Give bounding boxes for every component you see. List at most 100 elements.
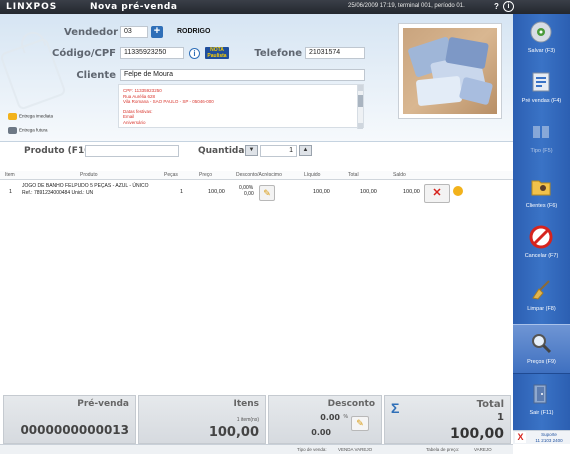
items-table-header: Item Produto Peças Preço Desconto/Acrésc… xyxy=(0,171,513,180)
linx-logo-icon: X xyxy=(515,432,526,443)
tipo-venda-value: VENDA VAREJO xyxy=(338,447,373,452)
type-icon xyxy=(533,126,549,138)
row-saldo: 100,00 xyxy=(403,189,420,195)
aniversario-line: Aniversário xyxy=(123,119,146,125)
hand-icon[interactable] xyxy=(453,186,463,196)
col-liquido: Líquido xyxy=(304,172,321,178)
discount-edit-button[interactable]: ✎ xyxy=(351,416,369,431)
sidebar-item-salvar[interactable]: Salvar (F3) xyxy=(513,14,570,64)
quantidade-input[interactable]: 1 xyxy=(260,145,297,157)
total-title: Total xyxy=(476,399,504,410)
title-bar: LINXPOS Nova pré-venda 25/06/2009 17:19,… xyxy=(0,0,570,14)
presales-icon xyxy=(532,72,550,92)
sidebar-item-clientes[interactable]: Clientes (F6) xyxy=(513,169,570,219)
sidebar-item-precos[interactable]: Preços (F9) xyxy=(513,324,570,374)
sidebar-item-limpar[interactable]: Limpar (F8) xyxy=(513,272,570,322)
cpf-input[interactable]: 11335923250 xyxy=(120,47,184,59)
towel-set-image xyxy=(403,28,497,114)
quantity-decrease-button[interactable]: ▼ xyxy=(245,145,258,156)
app-logo: LINXPOS xyxy=(6,2,58,12)
clients-icon xyxy=(531,180,551,196)
row-preco: 100,00 xyxy=(208,189,225,195)
product-photo xyxy=(398,23,502,119)
itens-count: 1 item(ns) xyxy=(236,417,259,423)
total-count: 1 xyxy=(497,412,504,423)
support-footer: X Suporte 11 2103 2400 xyxy=(513,430,570,444)
help-icon[interactable]: ? xyxy=(491,1,502,12)
telefone-label: Telefone xyxy=(254,48,302,59)
col-preco: Preço xyxy=(199,172,213,178)
col-desconto: Desconto/Acréscimo xyxy=(236,172,282,178)
produto-label: Produto (F10) xyxy=(24,146,95,156)
add-vendedor-button[interactable]: + xyxy=(151,26,163,38)
address-scrollbar[interactable] xyxy=(357,85,363,129)
vendedor-label: Vendedor xyxy=(64,27,118,38)
sidebar-item-label: Salvar (F3) xyxy=(527,48,556,54)
magnifier-icon xyxy=(532,334,552,354)
sidebar-item-label: Sair (F11) xyxy=(529,410,554,416)
quantity-increase-button[interactable]: ▲ xyxy=(299,145,312,156)
vendedor-code-input[interactable]: 03 xyxy=(120,26,148,38)
row-item: 1 xyxy=(9,189,13,195)
entrega-imediata-label: Entrega imediata xyxy=(19,113,54,119)
produto-input[interactable] xyxy=(85,145,179,157)
prevenda-box: Pré-venda 0000000000013 xyxy=(3,395,136,444)
entrega-futura-label: Entrega futura xyxy=(19,127,48,133)
sidebar-item-prevendas[interactable]: Pré vendas (F4) xyxy=(513,64,570,114)
action-sidebar: Salvar (F3) Pré vendas (F4) Tipo (F5) Cl… xyxy=(513,14,570,430)
col-produto: Produto xyxy=(80,172,98,178)
cliente-input[interactable]: Felpe de Moura xyxy=(120,69,365,81)
support-info: Suporte 11 2103 2400 xyxy=(529,432,569,444)
cliente-label: Cliente xyxy=(76,70,116,81)
sidebar-item-sair[interactable]: Sair (F11) xyxy=(513,376,570,426)
customer-address-box: CPF: 11335923250 Rua Aurélia 628 Vila Ro… xyxy=(118,84,364,129)
support-phone: 11 2103 2400 xyxy=(535,438,563,443)
row-total: 100,00 xyxy=(360,189,377,195)
sidebar-item-tipo[interactable]: Tipo (F5) xyxy=(513,114,570,164)
entrega-futura-option[interactable]: Entrega futura xyxy=(8,127,48,134)
desconto-box: Desconto 0.00 % 0.00 ✎ xyxy=(268,395,382,444)
tabela-preco-label: Tabela de preço: xyxy=(426,447,460,452)
sidebar-item-label: Pré vendas (F4) xyxy=(521,98,562,104)
package-icon xyxy=(8,113,17,120)
totals-bar: Pré-venda 0000000000013 Itens 1 item(ns)… xyxy=(0,395,513,444)
sidebar-item-label: Tipo (F5) xyxy=(530,148,553,154)
itens-value: 100,00 xyxy=(208,425,259,440)
window-title: Nova pré-venda xyxy=(90,2,178,12)
col-saldo: Saldo xyxy=(393,172,406,178)
save-icon xyxy=(530,21,552,43)
cpf-label: Código/CPF xyxy=(52,48,116,59)
nota-fiscal-paulista-logo: NOTA Paulista xyxy=(205,47,229,59)
row-desconto-val: 0,00 xyxy=(244,191,254,197)
itens-box: Itens 1 item(ns) 100,00 xyxy=(138,395,266,444)
prevenda-number: 0000000000013 xyxy=(20,423,129,437)
sidebar-item-label: Limpar (F8) xyxy=(527,306,556,312)
support-label: Suporte xyxy=(541,432,557,437)
sigma-icon: Σ xyxy=(391,400,400,416)
sidebar-item-label: Cancelar (F7) xyxy=(524,253,559,259)
row-liquido: 100,00 xyxy=(313,189,330,195)
discount-button[interactable]: ✎ xyxy=(259,185,275,201)
col-item: Item xyxy=(5,172,15,178)
exit-icon xyxy=(533,384,547,404)
tipo-venda-label: Tipo de venda: xyxy=(297,447,327,452)
row-product-ref: Ref.: 7891234000484 Unid.: UN xyxy=(22,190,94,196)
sidebar-item-label: Preços (F9) xyxy=(527,359,556,365)
desconto-pct-sign: % xyxy=(343,414,348,420)
desconto-pct: 0.00 xyxy=(320,413,340,422)
cpf-info-icon[interactable]: i xyxy=(189,48,200,59)
truck-icon xyxy=(8,127,17,134)
cancel-icon xyxy=(529,225,553,249)
entrega-imediata-option[interactable]: Entrega imediata xyxy=(8,113,53,120)
row-product-name: JOGO DE BANHO FELPUDO 5 PEÇAS - AZUL - Ú… xyxy=(22,183,149,189)
sidebar-item-cancelar[interactable]: Cancelar (F7) xyxy=(513,219,570,269)
tabela-preco-value: VAREJO xyxy=(474,447,492,452)
total-box: Σ Total 1 100,00 xyxy=(384,395,511,444)
delete-item-button[interactable]: ✕ xyxy=(424,184,450,203)
sidebar-item-label: Clientes (F6) xyxy=(525,203,558,209)
telefone-input[interactable]: 21031574 xyxy=(305,47,365,59)
total-value: 100,00 xyxy=(449,426,504,442)
row-pecas: 1 xyxy=(180,189,184,195)
col-total: Total xyxy=(348,172,359,178)
info-icon[interactable]: i xyxy=(503,1,514,12)
